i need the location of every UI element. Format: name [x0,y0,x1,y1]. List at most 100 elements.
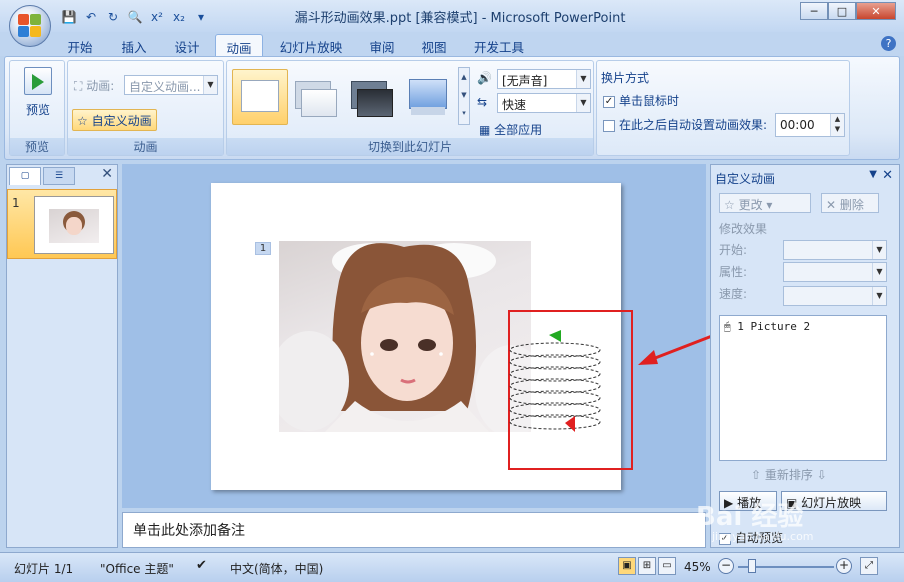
fit-window-icon[interactable]: ⤢ [860,557,878,575]
gallery-scroll[interactable]: ▲ ▼ ▾ [458,67,470,125]
notes-pane[interactable]: 单击此处添加备注 [122,512,706,548]
tab-developer[interactable]: 开发工具 [468,34,530,56]
apply-all-icon: ▦ [479,123,491,137]
after-checkbox[interactable] [603,119,615,132]
list-item[interactable]: 🖱 1 Picture 2 [724,320,810,334]
reorder-control[interactable]: ⇧ 重新排序 ⇩ [751,466,827,483]
tab-outline[interactable]: ☰ [43,167,75,185]
slide-thumb-number: 1 [12,196,20,210]
view-buttons: ▣ ⊞ ▭ [618,557,676,575]
group-preview-label: 预览 [10,138,64,155]
ribbon-tab-bar: 开始 插入 设计 动画 幻灯片放映 审阅 视图 开发工具 [0,32,904,56]
tab-view[interactable]: 视图 [414,34,454,56]
task-pane-title: 自定义动画 [715,172,776,186]
tab-slides[interactable]: ▢ [9,167,41,185]
zoom-in-icon[interactable]: + [836,558,852,574]
tab-home[interactable]: 开始 [60,34,100,56]
transition-fade-thumb[interactable] [291,73,341,123]
change-effect-button[interactable]: ☆ 更改 ▾ [719,193,811,213]
custom-animation-label: 自定义动画 [91,114,152,128]
on-click-option[interactable]: ✓ 单击鼠标时 [603,92,679,109]
spinner-arrows-icon[interactable]: ▲ ▼ [830,114,844,136]
close-button[interactable]: ✕ [856,2,896,20]
subscript-icon[interactable]: x₂ [170,8,188,26]
maximize-button[interactable]: □ [828,2,856,20]
after-time-spinner[interactable]: 00:00 ▲ ▼ [775,113,845,137]
tab-animation[interactable]: 动画 [215,34,263,56]
path-end-icon [565,416,575,432]
quick-access-toolbar: 💾 ↶ ↻ 🔍 x² x₂ ▾ [60,7,210,27]
close-icon[interactable]: ✕ [101,166,113,182]
customize-qat-icon[interactable]: ▾ [192,8,210,26]
advance-title: 换片方式 [601,71,650,85]
status-theme: "Office 主题" [100,562,174,576]
animation-label-text: 动画: [86,79,115,93]
funnel-motion-path [509,330,601,432]
delete-effect-button[interactable]: ✕ 删除 [821,193,879,213]
tab-slideshow[interactable]: 幻灯片放映 [273,34,349,56]
start-label: 开始: [719,243,748,257]
speed-combo-value: 快速 [502,98,527,112]
on-click-checkbox[interactable]: ✓ [603,95,615,108]
save-icon[interactable]: 💾 [60,8,78,26]
start-combo[interactable]: ▼ [783,240,887,260]
custom-animation-button[interactable]: ☆ 自定义动画 [72,109,157,131]
change-label: 更改 [738,198,763,212]
slide-thumbnail-selected[interactable]: 1 [7,189,117,259]
redo-icon[interactable]: ↻ [104,8,122,26]
group-transition: ▲ ▼ ▾ 🔊 [无声音] ▼ ⇆ 快速 ▼ ▦ 全部应用 切换到此幻灯片 [226,60,594,156]
picture-2[interactable] [279,241,531,432]
animation-combo[interactable]: 自定义动画... ▼ [124,75,218,95]
preview-button[interactable]: 预览 [18,101,58,118]
zoom-slider-thumb[interactable] [748,559,756,573]
transition-dark-thumb[interactable] [347,73,397,123]
office-button[interactable] [9,5,51,47]
undo-icon[interactable]: ↶ [82,8,100,26]
speed-icon: ⇆ [477,95,488,109]
chevron-down-icon: ▼ [872,263,886,281]
zoom-out-icon[interactable]: − [718,558,734,574]
tab-design[interactable]: 设计 [167,34,207,56]
delete-icon: ✕ [826,198,837,212]
help-icon[interactable]: ? [881,36,896,51]
normal-view-icon[interactable]: ▣ [618,557,636,575]
arrow-up-icon[interactable]: ⇧ [751,468,761,482]
ribbon: 预览 预览 ⛶ 动画: 自定义动画... ▼ ☆ 自定义动画 动画 ▲ ▼ ▾ 🔊 [… [4,56,900,160]
chevron-down-icon: ▼ [872,241,886,259]
close-icon[interactable]: ✕ [882,168,893,183]
status-slide-count: 幻灯片 1/1 [14,562,74,576]
arrow-down-icon[interactable]: ⇩ [817,468,827,482]
sound-combo-value: [无声音] [502,74,548,88]
slide-thumbnail-image [34,196,114,254]
tab-review[interactable]: 审阅 [362,34,402,56]
delete-label: 删除 [839,198,864,212]
chevron-down-icon: ▼ [576,94,590,112]
outline-tab-icon: ☰ [54,171,64,181]
property-combo[interactable]: ▼ [783,262,887,282]
zoom-level: 45% [684,560,711,574]
transition-none-thumb[interactable] [232,69,288,125]
print-preview-icon[interactable]: 🔍 [126,8,144,26]
slides-pane: ▢ ☰ ✕ 1 [6,164,118,548]
sorter-view-icon[interactable]: ⊞ [638,557,656,575]
spell-check-icon[interactable]: ✔ [196,558,207,573]
reorder-label: 重新排序 [764,468,813,482]
minimize-button[interactable]: ─ [800,2,828,20]
superscript-icon[interactable]: x² [148,8,166,26]
after-time-value: 00:00 [780,118,815,132]
after-option[interactable]: 在此之后自动设置动画效果: [603,116,767,133]
apply-all-button[interactable]: ▦ 全部应用 [479,121,542,138]
speed-label: 速度: [719,287,748,301]
transition-blue-thumb[interactable] [403,73,453,123]
speed-combo-pane[interactable]: ▼ [783,286,887,306]
group-preview: 预览 预览 [9,60,65,156]
slides-tab-icon: ▢ [20,171,30,181]
group-animation-label: 动画 [68,138,223,155]
pane-menu-icon[interactable]: ▼ [869,169,877,180]
slideshow-view-icon[interactable]: ▭ [658,557,676,575]
speed-combo[interactable]: 快速 ▼ [497,93,591,113]
animation-order-tag: 1 [255,242,271,255]
tab-insert[interactable]: 插入 [114,34,154,56]
mouse-icon: 🖱 [724,320,731,333]
sound-combo[interactable]: [无声音] ▼ [497,69,591,89]
